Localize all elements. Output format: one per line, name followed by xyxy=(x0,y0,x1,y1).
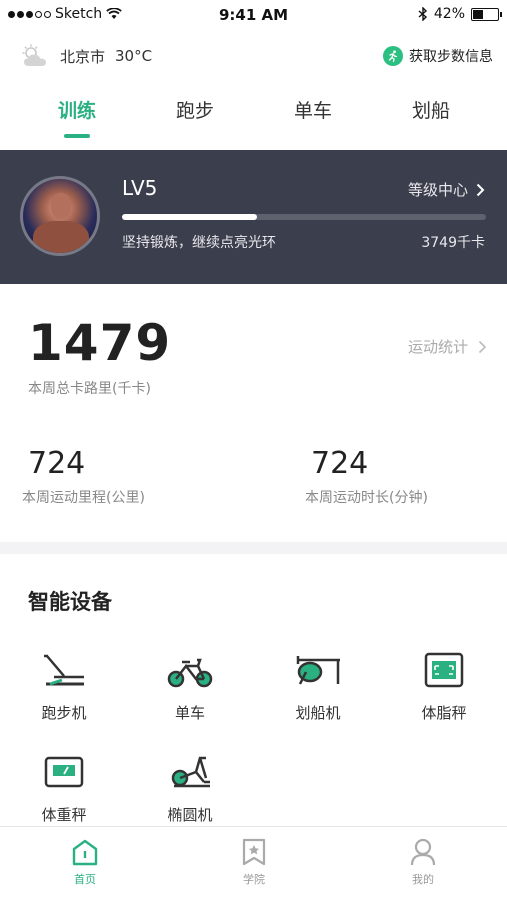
city-name: 北京市 xyxy=(60,47,106,66)
nav-profile-label: 我的 xyxy=(412,873,434,886)
weekly-distance: 724 本周运动里程(公里) xyxy=(22,446,145,507)
device-bicycle[interactable]: 单车 xyxy=(130,650,250,723)
runner-icon xyxy=(383,46,403,66)
treadmill-icon xyxy=(44,654,84,686)
temperature: 30°C xyxy=(115,47,153,65)
level-progress-bar xyxy=(122,214,486,220)
weight-scale-icon xyxy=(44,756,84,788)
devices-title: 智能设备 xyxy=(28,590,112,614)
level-motto: 坚持锻炼，继续点亮光环 xyxy=(122,235,276,251)
elliptical-icon xyxy=(171,756,210,788)
weekly-distance-caption: 本周运动里程(公里) xyxy=(22,490,145,506)
cloudy-sun-icon xyxy=(22,44,46,66)
section-divider xyxy=(0,542,507,554)
sport-tabs: 训练 跑步 单车 划船 xyxy=(0,96,507,142)
body-fat-scale-icon xyxy=(424,652,464,688)
sport-stats-label: 运动统计 xyxy=(407,338,468,356)
level-center-label: 等级中心 xyxy=(407,181,468,199)
total-calories: 3749千卡 xyxy=(421,235,485,251)
tab-training[interactable]: 训练 xyxy=(27,96,127,123)
bicycle-icon xyxy=(167,658,213,688)
device-elliptical[interactable]: 椭圆机 xyxy=(130,752,250,825)
avatar[interactable] xyxy=(20,176,100,256)
chevron-right-icon xyxy=(476,183,485,196)
device-rowing-machine-label: 划船机 xyxy=(295,704,341,722)
weekly-calories-caption: 本周总卡路里(千卡) xyxy=(28,381,151,397)
weekly-duration-caption: 本周运动时长(分钟) xyxy=(305,490,428,506)
nav-home[interactable]: 首页 xyxy=(35,837,135,887)
home-icon xyxy=(72,839,98,866)
status-bar: Sketch 9:41 AM 42% xyxy=(0,0,507,30)
profile-icon xyxy=(410,838,436,866)
nav-profile[interactable]: 我的 xyxy=(373,837,473,887)
weekly-stats: 1479 本周总卡路里(千卡) 运动统计 724 本周运动里程(公里) 724 … xyxy=(0,284,507,542)
tab-rowing[interactable]: 划船 xyxy=(381,96,481,123)
nav-academy[interactable]: 学院 xyxy=(204,837,304,887)
nav-home-label: 首页 xyxy=(74,873,96,886)
sport-stats-link[interactable]: 运动统计 xyxy=(408,336,487,357)
level-label: LV5 xyxy=(122,176,158,200)
device-elliptical-label: 椭圆机 xyxy=(167,806,213,824)
level-center-link[interactable]: 等级中心 xyxy=(408,179,485,200)
chevron-right-icon xyxy=(478,340,487,353)
nav-academy-label: 学院 xyxy=(243,873,265,886)
device-treadmill[interactable]: 跑步机 xyxy=(4,650,124,723)
tab-cycling[interactable]: 单车 xyxy=(263,96,363,123)
weekly-duration: 724 本周运动时长(分钟) xyxy=(305,446,428,507)
bottom-nav: 首页 学院 我的 xyxy=(0,826,507,900)
device-body-fat-scale-label: 体脂秤 xyxy=(421,704,467,722)
get-steps-button[interactable]: 获取步数信息 xyxy=(377,42,499,70)
weekly-distance-value: 724 xyxy=(28,446,86,481)
weekly-duration-value: 724 xyxy=(311,446,369,481)
battery-level xyxy=(473,9,484,19)
battery-icon xyxy=(471,7,502,21)
bluetooth-icon xyxy=(418,7,427,21)
device-rowing-machine[interactable]: 划船机 xyxy=(258,650,378,723)
weekly-calories-value: 1479 xyxy=(28,314,172,372)
level-progress-fill xyxy=(122,214,257,220)
device-weight-scale[interactable]: 体重秤 xyxy=(4,752,124,825)
device-treadmill-label: 跑步机 xyxy=(41,704,87,722)
bookmark-icon xyxy=(242,838,266,866)
device-body-fat-scale[interactable]: 体脂秤 xyxy=(384,650,504,723)
rowing-machine-icon xyxy=(296,656,340,685)
top-info-row: 北京市 30°C 获取步数信息 xyxy=(0,40,507,76)
get-steps-label: 获取步数信息 xyxy=(409,49,493,65)
battery-percent: 42% xyxy=(433,6,465,22)
status-right: 42% xyxy=(418,6,502,22)
device-weight-scale-label: 体重秤 xyxy=(41,806,87,824)
weather-widget: 北京市 30°C xyxy=(20,44,152,68)
level-card: LV5 等级中心 坚持锻炼，继续点亮光环 3749千卡 xyxy=(0,150,507,284)
device-bicycle-label: 单车 xyxy=(174,704,205,722)
tab-running[interactable]: 跑步 xyxy=(145,96,245,123)
active-tab-indicator xyxy=(64,134,90,138)
